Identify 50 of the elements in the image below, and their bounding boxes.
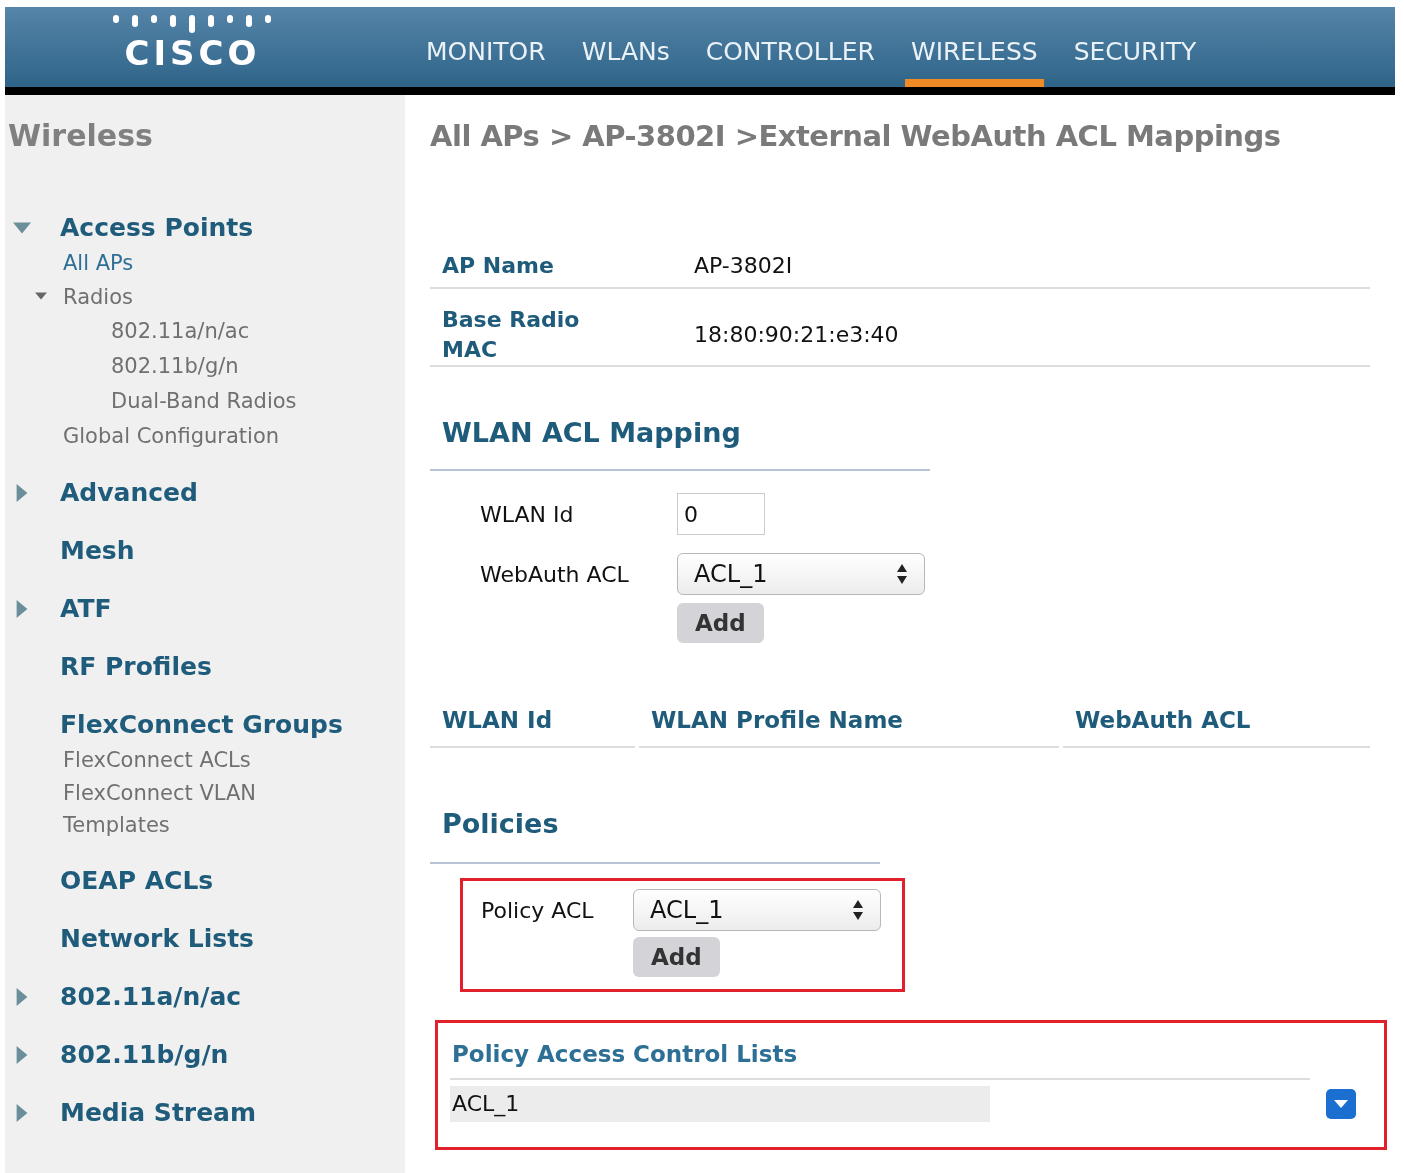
sidebar-item[interactable]: Radios — [63, 281, 363, 313]
sidebar-item[interactable]: Dual-Band Radios — [111, 384, 405, 419]
field-label: Base Radio MAC — [442, 305, 581, 364]
field-label: Policy ACL — [481, 896, 595, 925]
sidebar-section[interactable]: OEAP ACLs — [60, 862, 214, 900]
field-value: AP-3802I — [694, 252, 793, 280]
sidebar-item[interactable]: Global Configuration — [63, 420, 363, 452]
add-button[interactable]: Add — [633, 937, 720, 977]
nav-tab[interactable]: SECURITY — [1067, 7, 1203, 87]
sidebar-section[interactable]: 802.11a/n/ac — [60, 978, 242, 1016]
section-heading: WLAN ACL Mapping — [442, 416, 741, 448]
up-down-arrows-icon — [852, 899, 864, 921]
page-title: All APs > AP-3802I >External WebAuth ACL Mappings — [430, 118, 1282, 155]
up-down-arrows-icon — [896, 563, 908, 585]
field-value: 18:80:90:21:e3:40 — [694, 321, 899, 349]
dropdown-icon[interactable] — [1326, 1088, 1356, 1119]
field-label: WebAuth ACL — [480, 560, 630, 589]
wlan-id-field[interactable]: 0 — [677, 493, 765, 535]
list-heading: Policy Access Control Lists — [452, 1041, 798, 1067]
sidebar-section[interactable]: Mesh — [60, 532, 135, 570]
sidebar-title: Wireless — [7, 117, 154, 155]
expand-down-icon[interactable] — [35, 290, 47, 302]
sidebar-item[interactable]: FlexConnect ACLs — [63, 744, 363, 776]
column-header: WebAuth ACL — [1063, 703, 1370, 748]
webauth-acl-dropdown[interactable]: ACL_1 — [677, 553, 925, 595]
logo-text: CISCO — [124, 33, 261, 73]
sidebar-item[interactable]: 802.11b/g/n — [111, 349, 405, 384]
nav-tab[interactable]: CONTROLLER — [699, 7, 881, 87]
sidebar-section[interactable]: Advanced — [60, 474, 198, 512]
list-row[interactable]: ACL_1 — [450, 1085, 990, 1122]
sidebar-section[interactable]: FlexConnect Groups — [60, 706, 343, 744]
nav-tab[interactable]: MONITOR — [420, 7, 552, 87]
sidebar-section[interactable]: Access Points — [60, 209, 254, 247]
sidebar-section[interactable]: ATF — [60, 590, 112, 628]
sidebar-item[interactable]: 802.11a/n/ac — [111, 314, 405, 349]
sidebar-item[interactable]: All APs — [63, 247, 363, 279]
sidebar-section[interactable]: 802.11b/g/n — [60, 1036, 229, 1074]
field-label: AP Name — [442, 251, 554, 280]
policy-acl-dropdown[interactable]: ACL_1 — [633, 889, 881, 931]
section-heading: Policies — [442, 807, 559, 839]
field-label: WLAN Id — [480, 500, 575, 529]
sidebar-section[interactable]: Media Stream — [60, 1094, 257, 1132]
nav-tab[interactable]: WLANs — [575, 7, 676, 87]
column-header: WLAN Profile Name — [639, 703, 1059, 748]
add-button[interactable]: Add — [677, 603, 764, 643]
logo-bars-icon — [112, 15, 273, 33]
sidebar-item[interactable]: FlexConnect VLAN Templates — [63, 777, 363, 841]
sidebar-section[interactable]: RF Profiles — [60, 648, 212, 686]
column-header: WLAN Id — [430, 703, 635, 748]
sidebar-section[interactable]: Network Lists — [60, 920, 254, 958]
